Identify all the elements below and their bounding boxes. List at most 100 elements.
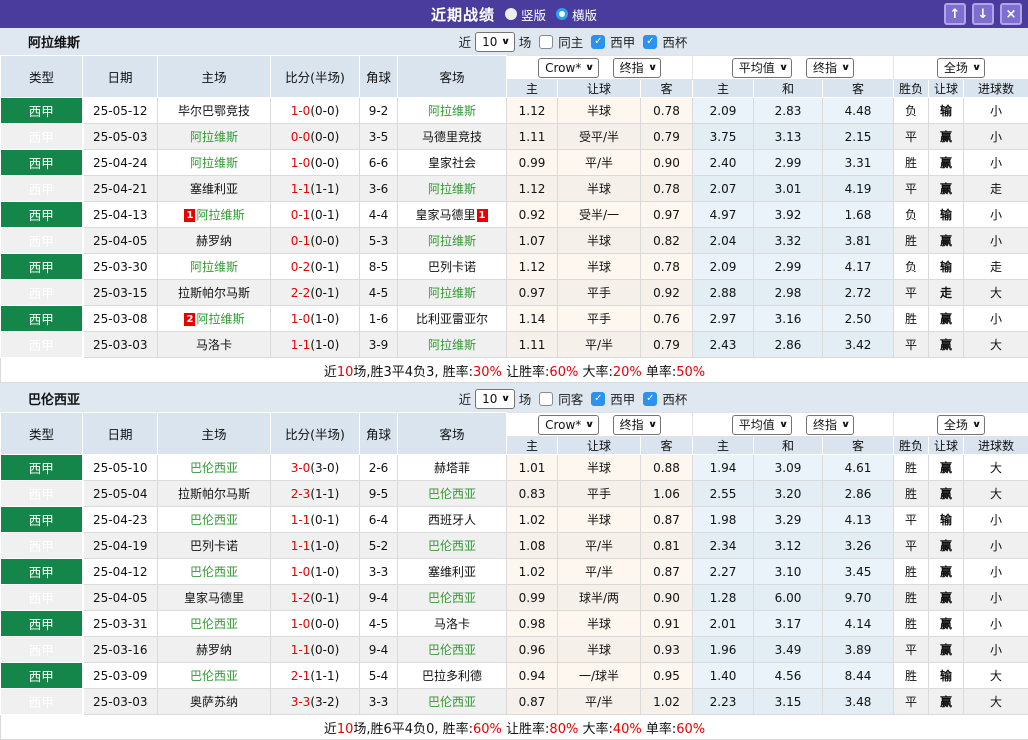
header-2: 主场 (158, 56, 271, 98)
match-count-select-value: 10 (482, 35, 497, 49)
avg-home-odds: 2.01 (693, 611, 754, 637)
away-team-cell: 阿拉维斯 (398, 280, 507, 306)
avg-draw-odds: 3.12 (754, 533, 823, 559)
avg-home-odds: 1.94 (693, 455, 754, 481)
bookmaker-select[interactable]: Crow*∨ (538, 415, 599, 435)
away-team-cell: 塞维利亚 (398, 559, 507, 585)
score-cell: 0-1(0-1) (271, 202, 360, 228)
avg-time-select[interactable]: 终指∨ (806, 58, 854, 78)
sub-header-5: 客 (823, 437, 894, 455)
avg-draw-odds: 3.32 (754, 228, 823, 254)
avg-home-odds: 2.88 (693, 280, 754, 306)
result-cell: 胜 (894, 663, 929, 689)
result-cell: 平 (894, 176, 929, 202)
goals-result-cell: 小 (964, 585, 1028, 611)
date-cell: 25-04-13 (83, 202, 158, 228)
chevron-down-icon: ∨ (585, 420, 595, 430)
score-cell: 0-1(0-0) (271, 228, 360, 254)
summary-text: 场,胜3平4负3, 胜率: (353, 365, 473, 380)
date-cell: 25-04-21 (83, 176, 158, 202)
scope-select[interactable]: 全场∨ (937, 415, 985, 435)
full-time-score: 0-0 (291, 130, 311, 144)
away-team-name: 皇家社会 (428, 156, 476, 170)
move-up-button[interactable]: ↑ (944, 3, 966, 25)
summary-text: 让胜率: (502, 722, 550, 737)
same-venue-checkbox[interactable] (539, 35, 553, 49)
handicap-home-odds: 1.14 (507, 306, 558, 332)
home-team-name: 巴伦西亚 (190, 565, 238, 579)
league-cup-checkbox[interactable]: ✓ (643, 392, 657, 406)
away-team-cell: 马德里竞技 (398, 124, 507, 150)
avg-draw-odds: 3.29 (754, 507, 823, 533)
avg-away-odds: 3.48 (823, 689, 894, 715)
result-cell: 负 (894, 254, 929, 280)
average-select[interactable]: 平均值∨ (732, 58, 792, 78)
summary-text: 近 (324, 722, 337, 737)
layout-radio-horizontal[interactable]: 横版 (556, 5, 597, 24)
sub-header-6: 胜负 (894, 80, 929, 98)
match-count-select[interactable]: 10∨ (475, 389, 515, 409)
handicap-result-cell: 赢 (929, 533, 964, 559)
average-select[interactable]: 平均值∨ (732, 415, 792, 435)
home-team-cell: 马洛卡 (158, 332, 271, 358)
away-team-name: 巴伦西亚 (428, 487, 476, 501)
score-cell: 1-1(1-1) (271, 176, 360, 202)
league-cup-checkbox[interactable]: ✓ (643, 35, 657, 49)
odds-time-select[interactable]: 终指∨ (613, 58, 661, 78)
avg-away-odds: 2.15 (823, 124, 894, 150)
avg-time-select[interactable]: 终指∨ (806, 415, 854, 435)
scope-select[interactable]: 全场∨ (937, 58, 985, 78)
league-cell: 西甲 (1, 611, 83, 637)
summary-cell: 近10场,胜3平4负3, 胜率:30% 让胜率:60% 大率:20% 单率:50… (1, 358, 1028, 383)
avg-away-odds: 2.50 (823, 306, 894, 332)
close-button[interactable]: × (1000, 3, 1022, 25)
summary-text: 20% (613, 365, 642, 380)
corners-cell: 9-4 (360, 637, 398, 663)
handicap-away-odds: 0.79 (641, 124, 693, 150)
sub-header-7: 让球 (929, 80, 964, 98)
result-cell: 胜 (894, 455, 929, 481)
bookmaker-select[interactable]: Crow*∨ (538, 58, 599, 78)
summary-text: 让胜率: (502, 365, 550, 380)
away-team-cell: 阿拉维斯 (398, 176, 507, 202)
sub-header-4: 和 (754, 80, 823, 98)
move-down-button[interactable]: ↓ (972, 3, 994, 25)
section-filter-row: 阿拉维斯近10∨场同主✓西甲✓西杯 (0, 28, 1028, 55)
avg-draw-odds: 3.49 (754, 637, 823, 663)
away-team-name: 阿拉维斯 (428, 104, 476, 118)
league-cell: 西甲 (1, 689, 83, 715)
summary-text: 80% (549, 722, 578, 737)
half-time-score: (0-1) (310, 513, 339, 527)
half-time-score: (3-0) (310, 461, 339, 475)
league-liga-checkbox[interactable]: ✓ (591, 35, 605, 49)
goals-result-cell: 小 (964, 611, 1028, 637)
league-liga-checkbox[interactable]: ✓ (591, 392, 605, 406)
half-time-score: (1-0) (310, 312, 339, 326)
near-label: 近 (459, 389, 472, 408)
summary-text: 40% (613, 722, 642, 737)
handicap-away-odds: 1.06 (641, 481, 693, 507)
same-venue-checkbox[interactable] (539, 392, 553, 406)
handicap-away-odds: 0.91 (641, 611, 693, 637)
table-row: 西甲25-04-05赫罗纳0-1(0-0)5-3阿拉维斯1.07半球0.822.… (1, 228, 1028, 254)
full-time-score: 2-1 (291, 669, 311, 683)
red-card-badge: 1 (184, 209, 195, 222)
home-team-cell: 巴伦西亚 (158, 559, 271, 585)
odds-time-select[interactable]: 终指∨ (613, 415, 661, 435)
score-cell: 1-0(0-0) (271, 98, 360, 124)
avg-home-odds: 2.04 (693, 228, 754, 254)
same-venue-label: 同客 (558, 389, 583, 408)
result-cell: 胜 (894, 559, 929, 585)
handicap-home-odds: 0.98 (507, 611, 558, 637)
corners-cell: 9-4 (360, 585, 398, 611)
summary-text: 大率: (578, 365, 613, 380)
titlebar-buttons: ↑ ↓ × (944, 3, 1022, 25)
chevron-down-icon: ∨ (972, 63, 982, 73)
half-time-score: (3-2) (310, 695, 339, 709)
goals-result-cell: 小 (964, 228, 1028, 254)
home-team-cell: 皇家马德里 (158, 585, 271, 611)
match-count-select[interactable]: 10∨ (475, 32, 515, 52)
corners-cell: 5-2 (360, 533, 398, 559)
avg-home-odds: 4.97 (693, 202, 754, 228)
layout-radio-vertical[interactable]: 竖版 (505, 5, 546, 24)
